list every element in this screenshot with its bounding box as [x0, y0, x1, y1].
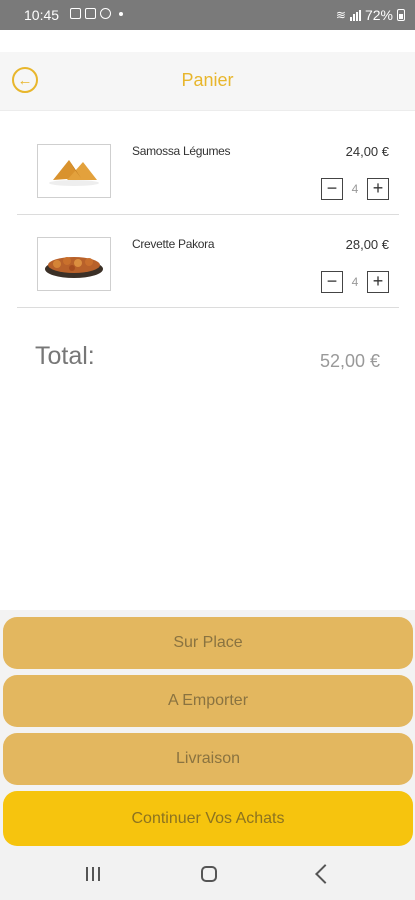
- back-nav-icon[interactable]: [315, 864, 335, 884]
- battery-percent: 72%: [364, 7, 393, 23]
- a-emporter-button[interactable]: A Emporter: [3, 675, 413, 727]
- battery-icon: [397, 9, 405, 21]
- continue-shopping-button[interactable]: Continuer Vos Achats: [3, 791, 413, 846]
- total-value: 52,00 €: [319, 351, 380, 371]
- recents-icon[interactable]: [86, 867, 100, 881]
- increase-quantity-button[interactable]: +: [367, 178, 389, 200]
- samossa-image: [37, 144, 111, 198]
- livraison-button[interactable]: Livraison: [3, 733, 413, 785]
- wifi-icon: ≋: [335, 8, 346, 22]
- increase-quantity-button[interactable]: +: [367, 271, 389, 293]
- page-title: Panier: [181, 70, 234, 90]
- quantity-value: 4: [351, 182, 359, 196]
- pakora-image: [37, 237, 111, 291]
- app-header: ← Panier: [0, 52, 415, 111]
- home-icon[interactable]: [201, 866, 217, 882]
- total-label: Total:: [35, 342, 95, 370]
- sync-notification-icon: [100, 8, 111, 19]
- cart-item: Crevette Pakora 28,00 € − 4 +: [17, 215, 399, 308]
- notification-icons: [70, 8, 123, 19]
- decrease-quantity-button[interactable]: −: [321, 271, 343, 293]
- quantity-stepper: − 4 +: [321, 271, 389, 293]
- item-price: 24,00 €: [345, 144, 389, 159]
- quantity-value: 4: [351, 275, 359, 289]
- cart-item: Samossa Légumes 24,00 € − 4 +: [17, 122, 399, 215]
- sur-place-button[interactable]: Sur Place: [3, 617, 413, 669]
- status-time: 10:45: [24, 7, 60, 23]
- quantity-stepper: − 4 +: [321, 178, 389, 200]
- status-bar: 10:45 ≋ 72%: [0, 0, 415, 30]
- system-nav-bar: [0, 850, 415, 900]
- item-name: Crevette Pakora: [132, 237, 215, 251]
- more-notifications-icon: [119, 11, 123, 16]
- message-notification-icon: [85, 8, 96, 19]
- decrease-quantity-button[interactable]: −: [321, 178, 343, 200]
- signal-icon: [349, 9, 361, 21]
- item-name: Samossa Légumes: [132, 144, 231, 158]
- item-price: 28,00 €: [345, 237, 389, 252]
- gallery-notification-icon: [70, 8, 81, 19]
